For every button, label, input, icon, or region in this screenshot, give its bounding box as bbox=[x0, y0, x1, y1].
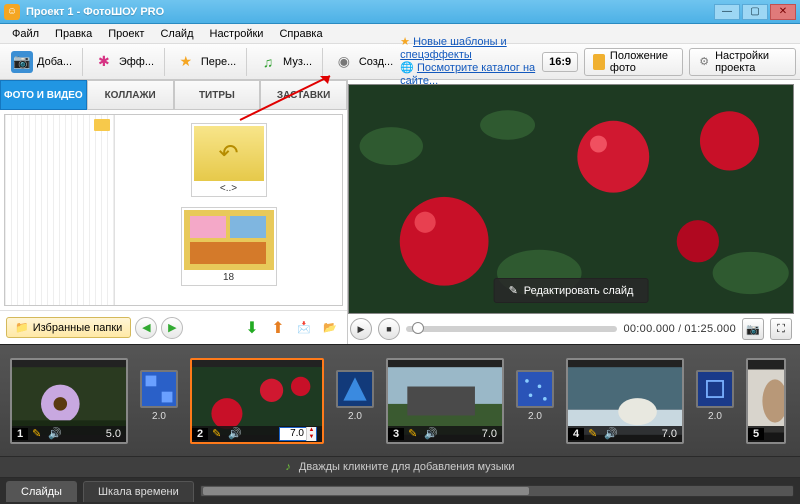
maximize-button[interactable]: ▢ bbox=[742, 4, 768, 20]
slide-4[interactable]: 4✎🔊7.0 bbox=[566, 358, 684, 444]
slide-1[interactable]: 1✎🔊5.0 bbox=[10, 358, 128, 444]
tab-titles[interactable]: ТИТРЫ bbox=[174, 80, 261, 110]
time-display: 00:00.000 / 01:25.000 bbox=[623, 323, 736, 335]
minimize-button[interactable]: — bbox=[714, 4, 740, 20]
tab-collage[interactable]: КОЛЛАЖИ bbox=[87, 80, 174, 110]
tab-timescale[interactable]: Шкала времени bbox=[83, 481, 194, 502]
music-track[interactable]: ♪ Дважды кликните для добавления музыки bbox=[0, 456, 800, 478]
thumb-folder-18[interactable]: 18 bbox=[181, 207, 277, 286]
pencil-icon: ✎ bbox=[509, 284, 518, 297]
create-button[interactable]: ◉Созд... bbox=[326, 47, 400, 77]
sound-icon[interactable]: 🔊 bbox=[225, 427, 245, 440]
content: ФОТО И ВИДЕО КОЛЛАЖИ ТИТРЫ ЗАСТАВКИ ↶ <.… bbox=[0, 80, 800, 344]
project-settings-button[interactable]: ⚙Настройки проекта bbox=[689, 48, 796, 76]
spin-down[interactable]: ▼ bbox=[306, 434, 316, 441]
menu-help[interactable]: Справка bbox=[271, 26, 330, 42]
file-browser: ↶ <..> 18 bbox=[4, 114, 343, 306]
bottom-bar: Слайды Шкала времени bbox=[0, 478, 800, 504]
sound-icon[interactable]: 🔊 bbox=[421, 427, 441, 440]
timeline: 1✎🔊5.0 2.0 2✎🔊 ▲▼ 2.0 3✎🔊7.0 2.0 4✎🔊7.0 … bbox=[0, 344, 800, 504]
preview-area[interactable]: ✎Редактировать слайд bbox=[348, 84, 794, 314]
globe-icon: 🌐 bbox=[400, 62, 414, 74]
disc-icon: ◉ bbox=[333, 51, 355, 73]
nav-back-button[interactable]: ◀ bbox=[135, 317, 157, 339]
play-button[interactable]: ▶ bbox=[350, 318, 372, 340]
pencil-icon[interactable]: ✎ bbox=[584, 427, 601, 440]
gear-icon: ⚙ bbox=[698, 54, 710, 70]
camera-icon: 📷 bbox=[11, 51, 33, 73]
menu-settings[interactable]: Настройки bbox=[202, 26, 272, 42]
slide-5[interactable]: 5 bbox=[746, 358, 786, 444]
sound-icon[interactable]: 🔊 bbox=[601, 427, 621, 440]
star-small-icon: ★ bbox=[400, 36, 410, 48]
browser-toolbar: 📁Избранные папки ◀ ▶ ⬇ ⬆ 📩 📂 bbox=[0, 310, 347, 344]
promo-templates-link[interactable]: Новые шаблоны и спецэффекты bbox=[400, 36, 507, 61]
effects-icon: ✱ bbox=[93, 51, 115, 73]
music-button[interactable]: ♫Муз... bbox=[250, 47, 319, 77]
duration-input[interactable] bbox=[280, 428, 306, 439]
folder-tree[interactable] bbox=[5, 115, 115, 305]
duration-spinner[interactable]: ▲▼ bbox=[279, 427, 317, 441]
star-icon: ★ bbox=[175, 51, 197, 73]
mail-icon[interactable]: 📩 bbox=[293, 317, 315, 339]
thumbnails: ↶ <..> 18 bbox=[115, 115, 342, 305]
pencil-icon[interactable]: ✎ bbox=[208, 427, 225, 440]
timeline-scrollbar[interactable] bbox=[200, 485, 794, 497]
tab-photo-video[interactable]: ФОТО И ВИДЕО bbox=[0, 80, 87, 110]
close-button[interactable]: ✕ bbox=[770, 4, 796, 20]
scrollbar-thumb[interactable] bbox=[203, 487, 529, 495]
pencil-icon[interactable]: ✎ bbox=[404, 427, 421, 440]
left-panel: ФОТО И ВИДЕО КОЛЛАЖИ ТИТРЫ ЗАСТАВКИ ↶ <.… bbox=[0, 80, 348, 344]
player-bar: ▶ ■ 00:00.000 / 01:25.000 📷 ⛶ bbox=[348, 314, 794, 344]
favorites-button[interactable]: 📁Избранные папки bbox=[6, 317, 131, 338]
add-button[interactable]: 📷Доба... bbox=[4, 47, 79, 77]
transitions-button[interactable]: ★Пере... bbox=[168, 47, 243, 77]
tab-slides[interactable]: Слайды bbox=[6, 481, 77, 502]
folder-open-icon[interactable]: 📂 bbox=[319, 317, 341, 339]
edit-slide-button[interactable]: ✎Редактировать слайд bbox=[494, 278, 649, 303]
effects-button[interactable]: ✱Эфф... bbox=[86, 47, 161, 77]
seek-track[interactable] bbox=[406, 326, 617, 332]
download-icon[interactable]: ⬇ bbox=[241, 317, 263, 339]
source-tabs: ФОТО И ВИДЕО КОЛЛАЖИ ТИТРЫ ЗАСТАВКИ bbox=[0, 80, 347, 110]
thumb-up[interactable]: ↶ <..> bbox=[191, 123, 267, 197]
slide-2[interactable]: 2✎🔊 ▲▼ bbox=[190, 358, 324, 444]
right-panel: ✎Редактировать слайд ▶ ■ 00:00.000 / 01:… bbox=[348, 80, 800, 344]
sound-icon[interactable]: 🔊 bbox=[45, 427, 65, 440]
app-icon: ☺ bbox=[4, 4, 20, 20]
nav-fwd-button[interactable]: ▶ bbox=[161, 317, 183, 339]
slide-3[interactable]: 3✎🔊7.0 bbox=[386, 358, 504, 444]
transition-3[interactable]: 2.0 bbox=[514, 370, 556, 432]
fullscreen-button[interactable]: ⛶ bbox=[770, 318, 792, 340]
menu-edit[interactable]: Правка bbox=[47, 26, 100, 42]
stop-button[interactable]: ■ bbox=[378, 318, 400, 340]
aspect-ratio-button[interactable]: 16:9 bbox=[542, 52, 578, 72]
menu-file[interactable]: Файл bbox=[4, 26, 47, 42]
titlebar: ☺ Проект 1 - ФотоШОУ PRO — ▢ ✕ bbox=[0, 0, 800, 24]
position-icon bbox=[593, 54, 605, 70]
folder-icon bbox=[94, 119, 110, 131]
music-hint: Дважды кликните для добавления музыки bbox=[299, 461, 515, 473]
tab-splash[interactable]: ЗАСТАВКИ bbox=[260, 80, 347, 110]
toolbar: 📷Доба... ✱Эфф... ★Пере... ♫Муз... ◉Созд.… bbox=[0, 44, 800, 80]
up-arrow-icon: ↶ bbox=[218, 139, 238, 168]
music-note-icon: ♪ bbox=[285, 461, 291, 473]
window-title: Проект 1 - ФотоШОУ PRO bbox=[26, 6, 714, 18]
transition-1[interactable]: 2.0 bbox=[138, 370, 180, 432]
photo-position-button[interactable]: Положение фото bbox=[584, 48, 683, 76]
upload-icon[interactable]: ⬆ bbox=[267, 317, 289, 339]
transition-2[interactable]: 2.0 bbox=[334, 370, 376, 432]
transition-4[interactable]: 2.0 bbox=[694, 370, 736, 432]
snapshot-button[interactable]: 📷 bbox=[742, 318, 764, 340]
folder-fav-icon: 📁 bbox=[15, 321, 29, 334]
seek-knob[interactable] bbox=[412, 322, 424, 334]
menu-project[interactable]: Проект bbox=[100, 26, 152, 42]
pencil-icon[interactable]: ✎ bbox=[28, 427, 45, 440]
menu-slide[interactable]: Слайд bbox=[152, 26, 201, 42]
music-icon: ♫ bbox=[257, 51, 279, 73]
spin-up[interactable]: ▲ bbox=[306, 427, 316, 434]
slide-strip[interactable]: 1✎🔊5.0 2.0 2✎🔊 ▲▼ 2.0 3✎🔊7.0 2.0 4✎🔊7.0 … bbox=[0, 345, 800, 456]
